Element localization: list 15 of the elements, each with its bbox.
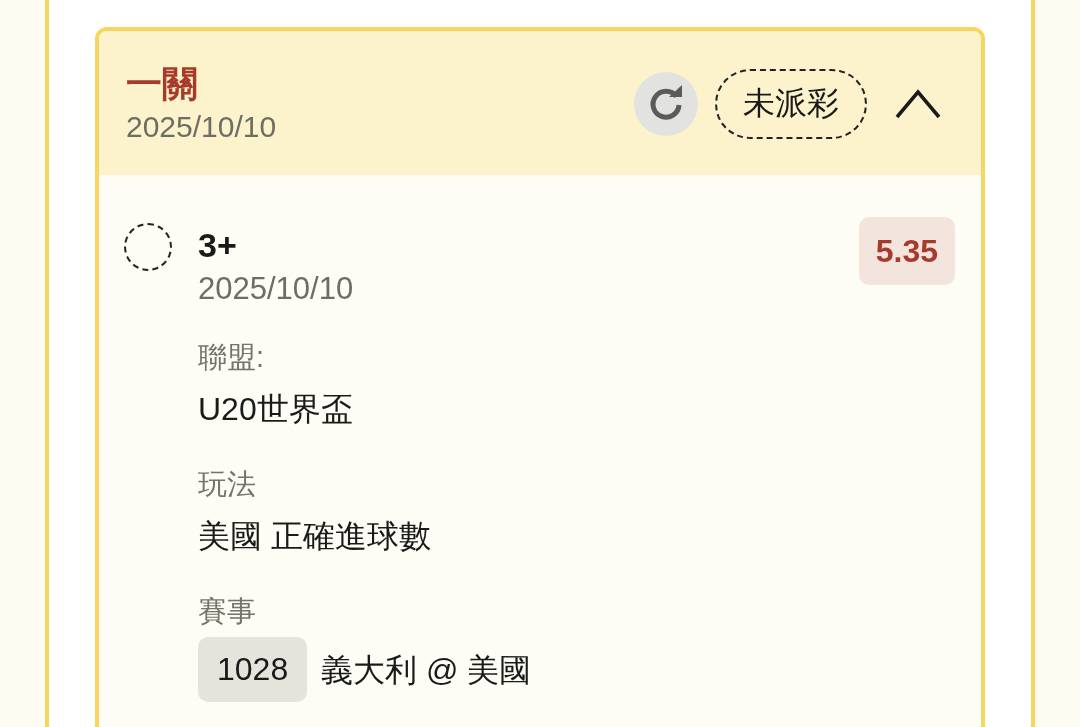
match-number-tag: 1028 <box>198 637 308 702</box>
match-teams: 義大利 @ 美國 <box>321 650 532 690</box>
selection-date: 2025/10/10 <box>198 270 354 308</box>
selection-pick: 3+ <box>198 225 237 266</box>
field-label: 玩法 <box>198 467 256 502</box>
bet-date: 2025/10/10 <box>126 109 277 145</box>
field-label: 聯盟: <box>198 340 265 375</box>
odds-badge: 5.35 <box>858 217 955 285</box>
bet-title: 一關 <box>126 62 198 106</box>
field-value: U20世界盃 <box>198 390 353 429</box>
field-label: 賽事 <box>198 594 256 629</box>
selection-radio[interactable] <box>124 223 172 271</box>
chevron-up-icon <box>895 88 941 120</box>
status-tag: 未派彩 <box>715 69 867 139</box>
field-value: 美國 正確進球數 <box>198 517 431 556</box>
